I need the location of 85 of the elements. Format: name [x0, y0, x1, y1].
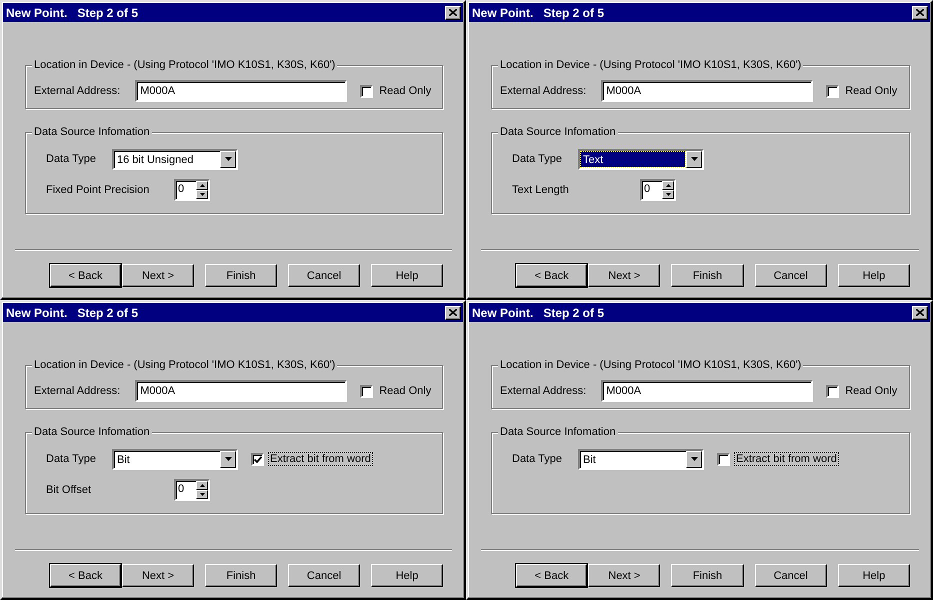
- wizard-button[interactable]: Next >: [122, 264, 194, 287]
- window-title: New Point. Step 2 of 5: [6, 6, 138, 20]
- field-label: External Address:: [500, 85, 586, 97]
- group-title: Data Source Infomation: [32, 126, 152, 138]
- checkbox-label: Read Only: [378, 85, 432, 97]
- down-arrow-icon: [200, 193, 204, 196]
- close-button[interactable]: [445, 6, 461, 20]
- field-label: External Address:: [34, 385, 120, 397]
- window-title: New Point. Step 2 of 5: [472, 6, 604, 20]
- wizard-button[interactable]: Help: [838, 264, 910, 287]
- group-title: Location in Device - (Using Protocol 'IMO K10S1, K30S, K60'): [32, 359, 338, 371]
- wizard-button[interactable]: Cancel: [754, 264, 827, 287]
- group-title: Location in Device - (Using Protocol 'IMO K10S1, K30S, K60'): [498, 359, 804, 371]
- dropdown[interactable]: Bit: [578, 448, 704, 470]
- group-title: Data Source Infomation: [498, 126, 618, 138]
- up-arrow-icon: [200, 484, 204, 487]
- check-icon: [254, 456, 262, 462]
- up-arrow-icon: [666, 184, 670, 187]
- wizard-button[interactable]: Next >: [588, 264, 660, 287]
- dropdown-arrow-icon: [690, 157, 698, 161]
- checkbox-label: Extract bit from word: [269, 453, 372, 465]
- wizard-button[interactable]: Cancel: [288, 564, 360, 587]
- close-icon: [449, 9, 457, 16]
- checkbox-label: Read Only: [844, 85, 898, 97]
- address-field[interactable]: M000A: [601, 80, 814, 102]
- checkbox[interactable]: [826, 384, 840, 398]
- checkbox-label: Read Only: [844, 385, 898, 397]
- wizard-button[interactable]: Finish: [205, 264, 278, 287]
- close-button[interactable]: [912, 306, 928, 320]
- close-button[interactable]: [445, 306, 461, 320]
- wizard-button[interactable]: < Back: [50, 564, 122, 587]
- field-label: External Address:: [500, 385, 586, 397]
- dropdown[interactable]: 16 bit Unsigned: [112, 148, 238, 170]
- checkbox-label: Read Only: [378, 385, 432, 397]
- wizard-button[interactable]: Next >: [122, 564, 194, 587]
- checkbox[interactable]: [826, 84, 840, 98]
- wizard-button[interactable]: Help: [838, 564, 910, 587]
- field-label: Data Type: [46, 153, 97, 165]
- group-title: Data Source Infomation: [498, 426, 618, 438]
- address-field[interactable]: M000A: [135, 380, 348, 402]
- group-title: Data Source Infomation: [32, 426, 152, 438]
- wizard-button[interactable]: Next >: [588, 564, 660, 587]
- field-label: Data Type: [46, 453, 97, 465]
- close-icon: [916, 9, 924, 16]
- number-spinner[interactable]: 0: [174, 479, 210, 501]
- checkbox[interactable]: [360, 84, 374, 98]
- field-label: Data Type: [512, 453, 563, 465]
- address-field[interactable]: M000A: [601, 380, 814, 402]
- dropdown[interactable]: Text: [578, 148, 704, 170]
- wizard-button[interactable]: Finish: [205, 564, 278, 587]
- group-title: Location in Device - (Using Protocol 'IMO K10S1, K30S, K60'): [498, 59, 804, 71]
- checkbox[interactable]: [360, 384, 374, 398]
- close-icon: [916, 309, 924, 316]
- field-label: Bit Offset: [46, 484, 92, 496]
- dropdown-arrow-icon: [224, 457, 232, 461]
- wizard-button[interactable]: Finish: [671, 264, 744, 287]
- address-field[interactable]: M000A: [135, 80, 348, 102]
- window-title: New Point. Step 2 of 5: [6, 306, 138, 320]
- field-label: External Address:: [34, 85, 120, 97]
- checkbox[interactable]: [251, 452, 264, 466]
- wizard-button[interactable]: Help: [371, 564, 444, 587]
- number-spinner[interactable]: 0: [174, 179, 210, 201]
- wizard-button[interactable]: < Back: [50, 264, 122, 287]
- number-spinner[interactable]: 0: [640, 179, 676, 201]
- down-arrow-icon: [200, 493, 204, 496]
- wizard-button[interactable]: Cancel: [288, 264, 360, 287]
- wizard-button[interactable]: Help: [371, 264, 444, 287]
- wizard-button[interactable]: < Back: [516, 264, 588, 287]
- dropdown[interactable]: Bit: [112, 448, 238, 470]
- close-button[interactable]: [912, 6, 928, 20]
- field-label: Text Length: [512, 184, 570, 196]
- up-arrow-icon: [200, 184, 204, 187]
- checkbox[interactable]: [717, 452, 730, 466]
- checkbox-label: Extract bit from word: [735, 453, 838, 465]
- wizard-button[interactable]: Finish: [671, 564, 744, 587]
- dropdown-arrow-icon: [224, 157, 232, 161]
- close-icon: [449, 309, 457, 316]
- group-title: Location in Device - (Using Protocol 'IMO K10S1, K30S, K60'): [32, 59, 338, 71]
- wizard-button[interactable]: Cancel: [754, 564, 827, 587]
- field-label: Fixed Point Precision: [46, 184, 150, 196]
- wizard-button[interactable]: < Back: [516, 564, 588, 587]
- dropdown-arrow-icon: [690, 457, 698, 461]
- window-title: New Point. Step 2 of 5: [472, 306, 604, 320]
- down-arrow-icon: [666, 193, 670, 196]
- field-label: Data Type: [512, 153, 563, 165]
